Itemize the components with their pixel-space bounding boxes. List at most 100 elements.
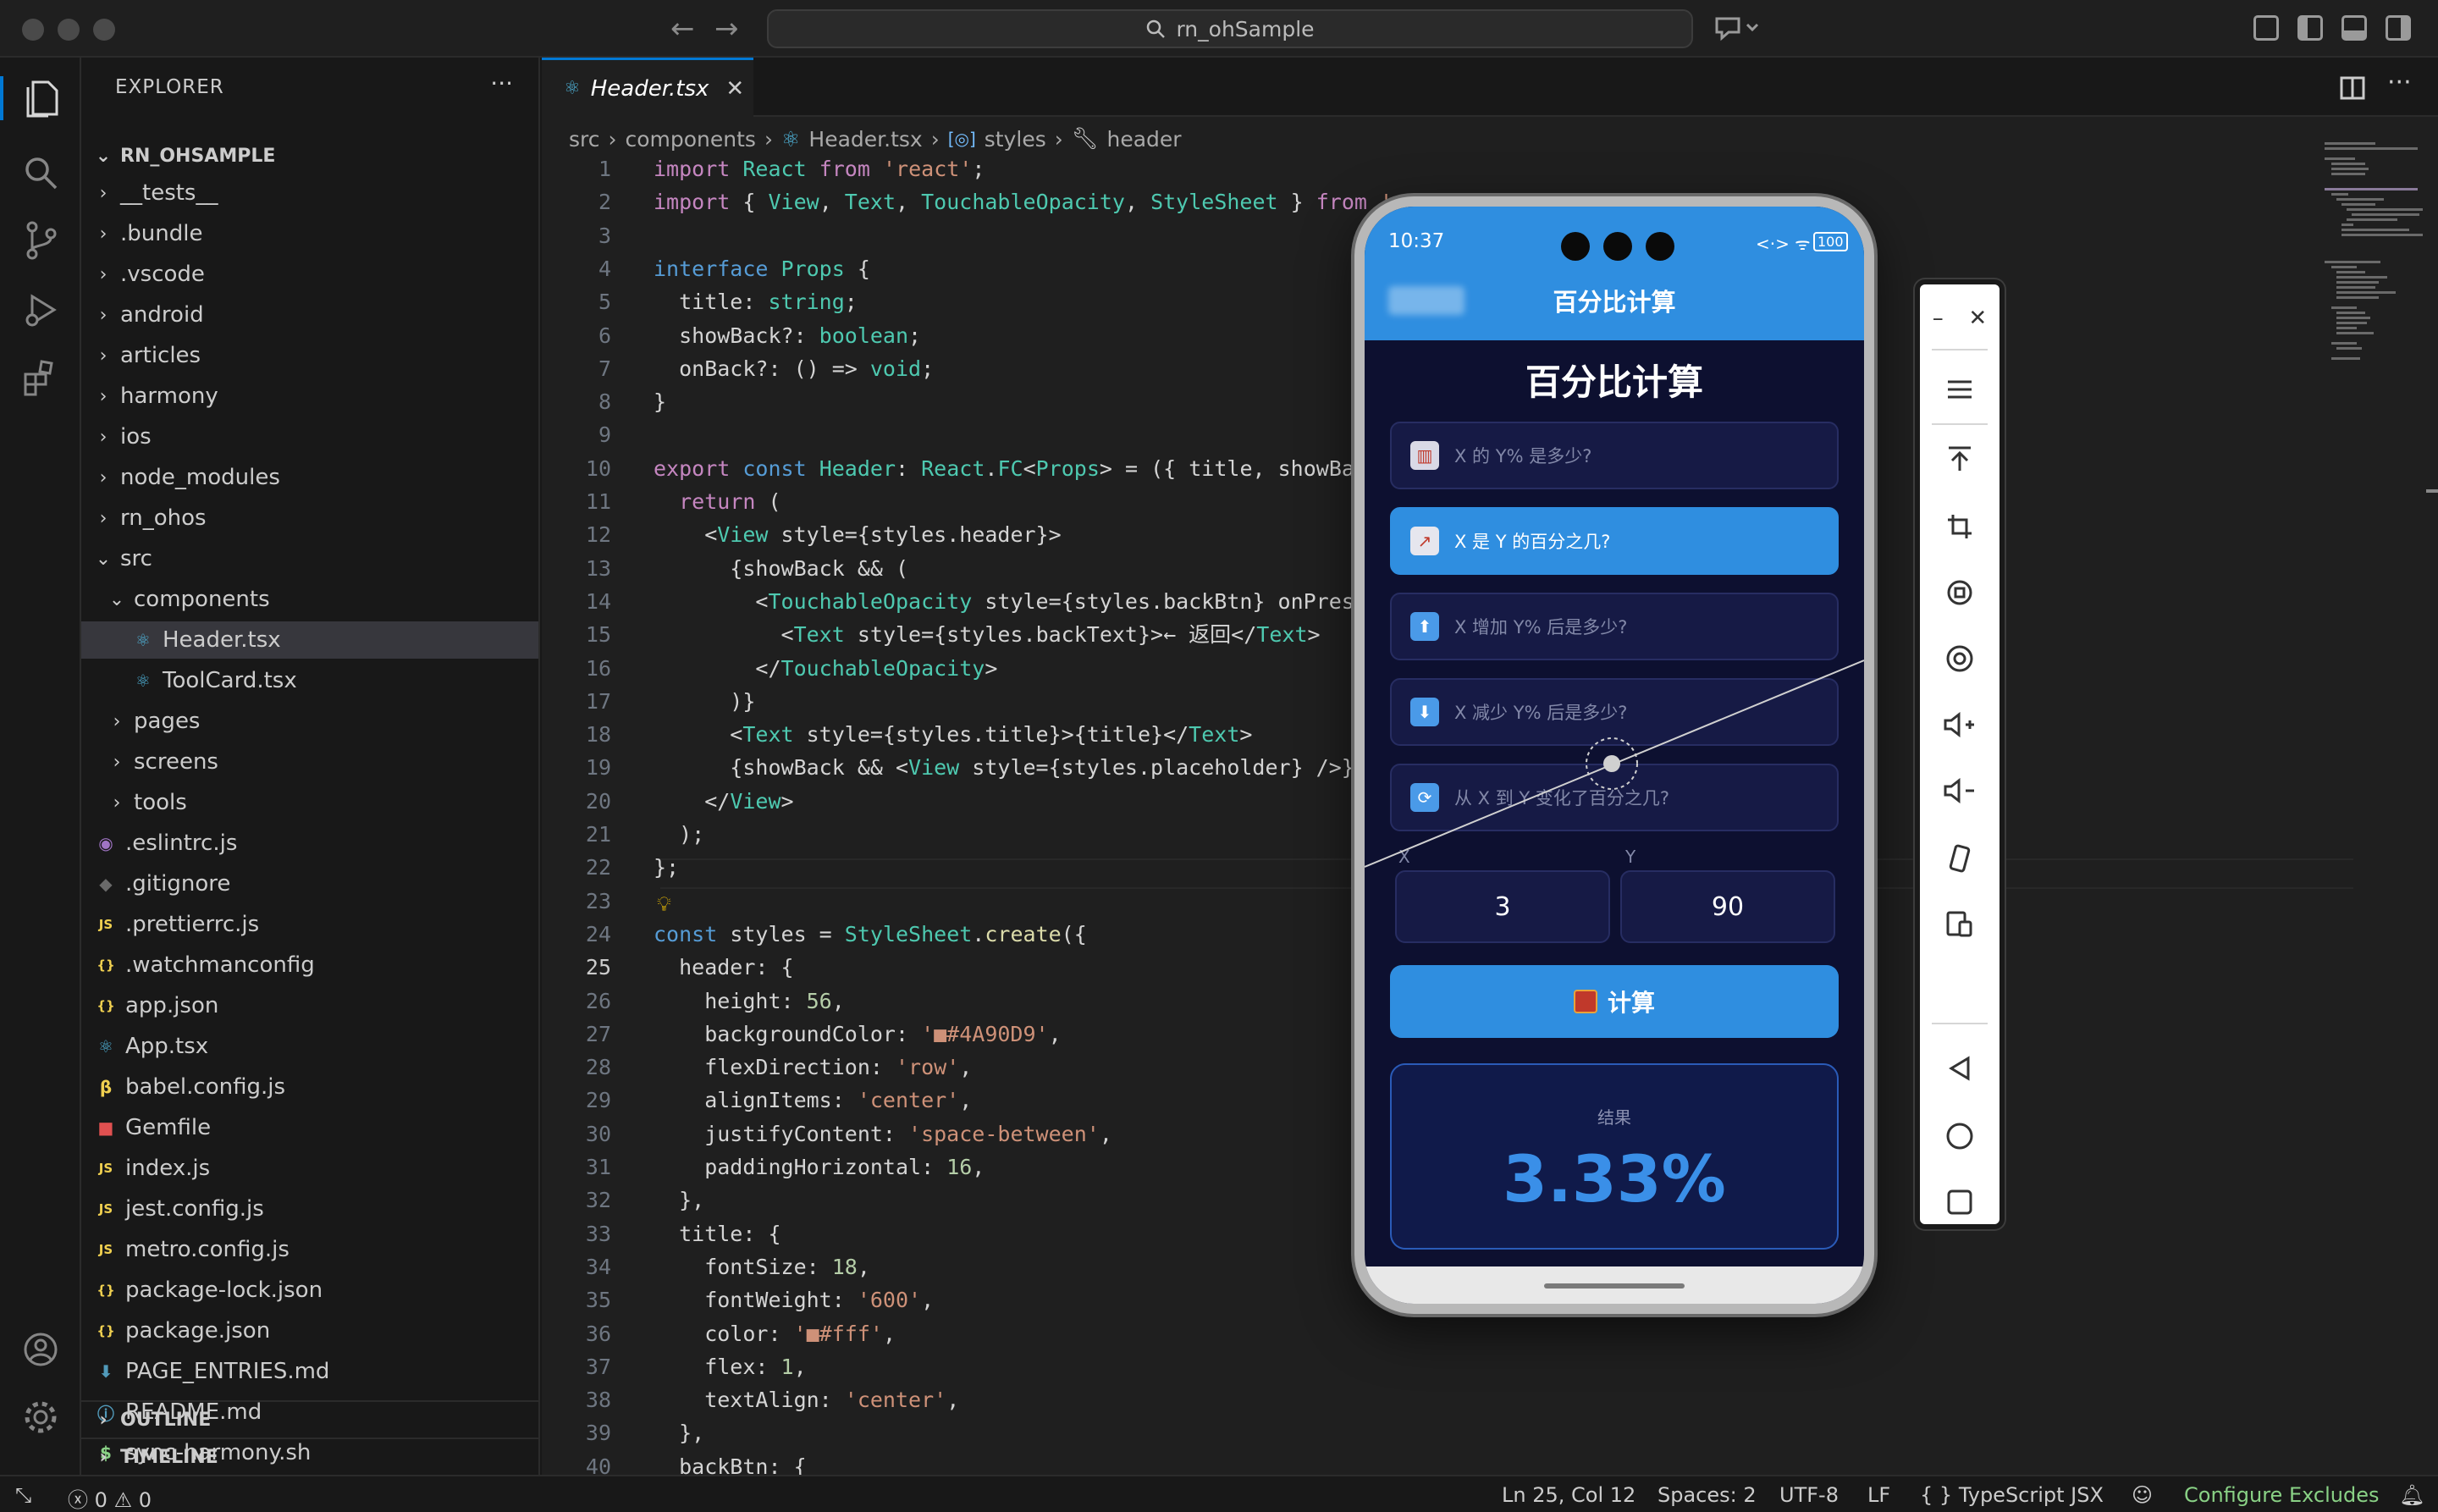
tree-item[interactable]: JS .prettierrc.js [81,906,538,943]
nav-home-icon[interactable] [1920,1114,1999,1158]
line-number: 14 [585,588,611,614]
copilot-icon[interactable]: ☺ [2132,1483,2153,1507]
tab-header-tsx[interactable]: ⚛ Header.tsx ✕ [542,58,753,117]
menu-icon[interactable] [1920,367,1999,411]
tree-item[interactable]: {} app.json [81,987,538,1024]
command-center-search[interactable]: rn_ohSample [767,9,1693,48]
remote-icon[interactable]: ⤡ [15,1483,31,1507]
minimize-window-button[interactable] [58,19,80,41]
explorer-title: EXPLORER [115,76,224,98]
breadcrumb-header[interactable]: header [1107,127,1182,152]
close-window-button[interactable] [22,19,44,41]
tree-item[interactable]: ■ Gemfile [81,1109,538,1146]
code-text: <Text style={styles.title}>{title}</Text… [654,722,1253,748]
shake-device-icon[interactable] [1920,836,1999,880]
end-of-line[interactable]: LF [1867,1483,1890,1507]
breadcrumb-styles[interactable]: styles [985,127,1046,152]
phone-screen[interactable]: 10:37 <·> ᯤ 100 百分比计算 百分比计算 ▥ X 的 Y% 是多少?… [1365,207,1864,1304]
rotate-icon[interactable] [1920,571,1999,615]
code-text: justifyContent: 'space-between', [654,1121,1112,1146]
tree-item[interactable]: {} .watchmanconfig [81,946,538,984]
tree-item[interactable]: › screens [81,743,538,781]
tree-item[interactable]: › tools [81,784,538,821]
configure-excludes[interactable]: Configure Excludes [2184,1483,2379,1507]
tree-item[interactable]: {} package.json [81,1312,538,1349]
account-icon[interactable] [19,1327,63,1371]
run-debug-icon[interactable] [19,288,63,332]
notifications-bell-icon[interactable]: 🔔︎ [2399,1483,2424,1507]
tree-item[interactable]: › harmony [81,378,538,415]
toggle-sidebar-icon[interactable] [2297,15,2323,41]
tree-item[interactable]: JS jest.config.js [81,1190,538,1228]
tree-item[interactable]: › articles [81,337,538,374]
tree-item[interactable]: › __tests__ [81,174,538,212]
minimize-icon[interactable]: – [1933,306,1944,331]
tree-item[interactable]: › android [81,296,538,334]
tree-item[interactable]: JS metro.config.js [81,1231,538,1268]
more-actions-icon[interactable]: ··· [490,69,513,97]
cursor-position[interactable]: Ln 25, Col 12 [1502,1483,1635,1507]
back-arrow-icon[interactable]: ← [670,12,695,46]
tree-item[interactable]: ⚛ App.tsx [81,1028,538,1065]
pin-top-icon[interactable] [1920,437,1999,481]
chevron-right-icon: › [99,345,108,367]
split-editor-icon[interactable] [2340,76,2365,100]
scrollbar-thumb[interactable] [2426,489,2438,493]
tree-item[interactable]: ⌄ src [81,540,538,577]
volume-down-icon[interactable] [1920,769,1999,813]
extensions-icon[interactable] [19,356,63,400]
tree-item[interactable]: ⚛ ToolCard.tsx [81,662,538,699]
nav-back-icon[interactable] [1920,1046,1999,1090]
toggle-secondary-sidebar-icon[interactable] [2386,15,2411,41]
close-tab-icon[interactable]: ✕ [725,76,744,102]
language-mode[interactable]: { } TypeScript JSX [1920,1483,2104,1507]
customize-layout-icon[interactable] [2253,15,2279,41]
nav-recents-icon[interactable] [1920,1180,1999,1224]
tree-item[interactable]: ◉ .eslintrc.js [81,825,538,862]
multi-device-icon[interactable] [1920,902,1999,946]
screen-record-icon[interactable] [1920,637,1999,681]
tree-item[interactable]: ⚛ Header.tsx [81,621,538,659]
activity-bar [0,58,81,1475]
line-number: 39 [585,1421,611,1446]
timeline-section[interactable]: › TIMELINE [81,1438,538,1475]
close-icon[interactable]: ✕ [1968,306,1987,331]
copilot-chat-icon[interactable] [1713,14,1761,42]
code-line: 39 }, [542,1418,2438,1449]
tree-item[interactable]: ◆ .gitignore [81,865,538,902]
breadcrumb-components[interactable]: components [626,127,756,152]
tree-item[interactable]: › node_modules [81,459,538,496]
toggle-panel-icon[interactable] [2341,15,2367,41]
forward-arrow-icon[interactable]: → [714,12,739,46]
tree-item[interactable]: β babel.config.js [81,1068,538,1106]
volume-up-icon[interactable] [1920,703,1999,747]
tree-item[interactable]: ⌄ components [81,581,538,618]
minimap[interactable] [2319,142,2438,413]
source-control-icon[interactable] [19,218,63,262]
tree-item[interactable]: › rn_ohos [81,499,538,537]
search-icon[interactable] [19,151,63,195]
tree-item[interactable]: JS index.js [81,1150,538,1187]
encoding[interactable]: UTF-8 [1779,1483,1839,1507]
code-text: export const Header: React.FC<Props> = (… [654,455,1381,481]
tree-item[interactable]: › .vscode [81,256,538,293]
zoom-window-button[interactable] [93,19,115,41]
crop-screenshot-icon[interactable] [1920,505,1999,549]
manage-gear-icon[interactable] [19,1395,63,1439]
tree-item[interactable]: {} package-lock.json [81,1272,538,1309]
tree-item[interactable]: › pages [81,703,538,740]
problems-indicator[interactable]: ⓧ 0 ⚠ 0 [68,1483,152,1512]
code-text: const styles = StyleSheet.create({ [654,921,1087,946]
workspace-root[interactable]: ⌄ RN_OHSAMPLE [81,137,538,174]
lightbulb-icon[interactable]: 💡︎ [657,892,671,916]
tree-item[interactable]: › .bundle [81,215,538,252]
tree-item[interactable]: ⬇ PAGE_ENTRIES.md [81,1353,538,1390]
breadcrumb-src[interactable]: src [569,127,600,152]
outline-section[interactable]: › OUTLINE [81,1400,538,1438]
breadcrumb-file[interactable]: Header.tsx [808,127,922,152]
explorer-icon[interactable] [0,76,81,120]
indentation[interactable]: Spaces: 2 [1658,1483,1757,1507]
tree-item[interactable]: › ios [81,418,538,455]
more-editor-actions-icon[interactable]: ··· [2387,68,2412,97]
tab-label: Header.tsx [590,75,709,102]
